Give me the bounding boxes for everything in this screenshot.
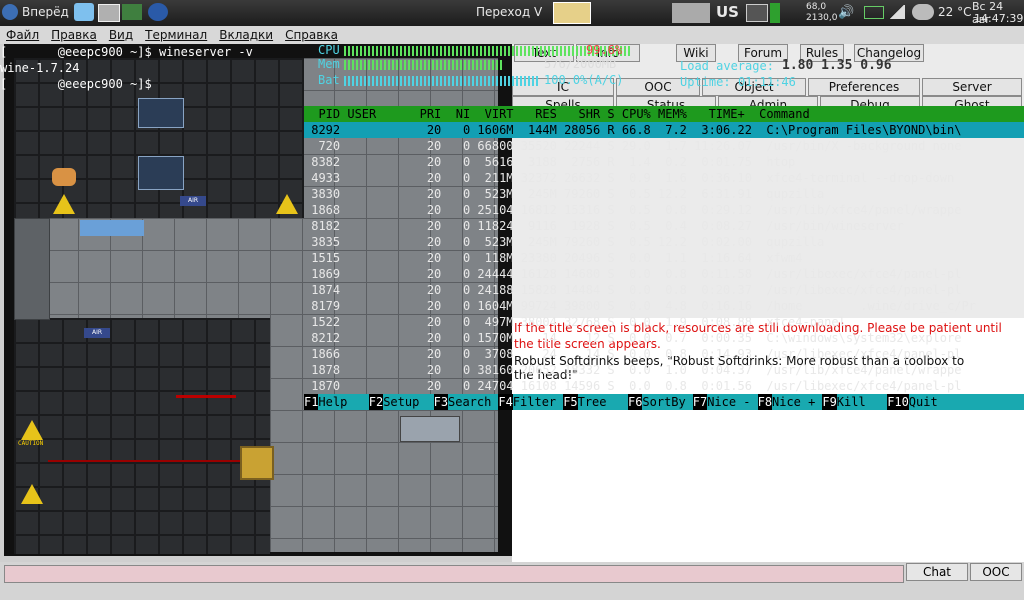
tab-text[interactable]: Text (514, 44, 574, 62)
door-yellow[interactable] (240, 446, 274, 480)
back-button[interactable]: Вперёд (22, 5, 69, 19)
tab-rules[interactable]: Rules (800, 44, 844, 62)
command-input[interactable] (4, 565, 904, 583)
terminal-sprite[interactable] (400, 416, 460, 442)
menu-tabs[interactable]: Вкладки (219, 26, 273, 44)
dark-room-bottom (14, 318, 270, 554)
tab-forum[interactable]: Forum (738, 44, 788, 62)
blue-floor (80, 220, 144, 236)
chat-output[interactable]: If the title screen is black, resources … (512, 318, 1024, 562)
menu-terminal[interactable]: Терминал (145, 26, 207, 44)
hazard-sign-2 (276, 194, 298, 214)
tab-changelog[interactable]: Changelog (854, 44, 924, 62)
vent-1 (138, 156, 184, 190)
app-icon-2[interactable] (122, 4, 142, 20)
ooc-button[interactable]: OOC (970, 563, 1022, 581)
keyboard-layout[interactable]: US (716, 3, 739, 21)
volume-icon[interactable]: 🔊 (838, 5, 854, 20)
loading-notice: If the title screen is black, resources … (514, 321, 1002, 351)
hazard-sign-1 (53, 194, 75, 214)
tab-object[interactable]: Object (702, 78, 806, 96)
taskbar-folder-icon[interactable] (553, 2, 591, 24)
vent-2 (138, 98, 184, 128)
window-title: Переход V (476, 5, 543, 19)
tab-status[interactable]: Status (616, 96, 716, 114)
weather-icon[interactable] (912, 4, 934, 20)
corgi-sprite[interactable] (52, 168, 76, 186)
workspace-preview[interactable] (672, 3, 710, 23)
hazard-sign-3 (21, 420, 43, 440)
chat-button[interactable]: Chat (906, 563, 968, 581)
chat-message: Robust Softdrinks beeps, "Robust Softdri… (514, 354, 965, 382)
menu-help[interactable]: Справка (285, 26, 338, 44)
tab-admin[interactable]: Admin (718, 96, 818, 114)
red-pipe (176, 395, 236, 398)
wall-left (14, 218, 50, 320)
battery-icon[interactable] (864, 6, 884, 19)
tab-debug[interactable]: Debug (820, 96, 920, 114)
app-icon-1[interactable] (74, 3, 94, 21)
air-tank-1[interactable]: AIR (180, 196, 206, 206)
temperature: 22 °C (938, 5, 972, 19)
tab-preferences[interactable]: Preferences (808, 78, 920, 96)
monitor-graph-icon (746, 4, 768, 22)
hazard-sign-4 (21, 484, 43, 504)
tab-info[interactable]: Info (576, 44, 640, 62)
cpu-graph-icon (770, 3, 780, 23)
tab-ooc[interactable]: OOC (616, 78, 700, 96)
net-value: 68,0 (806, 2, 827, 12)
caution-label: CAUTION (18, 440, 44, 447)
signal-icon[interactable] (889, 5, 905, 19)
net-value-2: 2130,0 (806, 13, 838, 23)
tab-ic[interactable]: IC (512, 78, 614, 96)
folder-icon[interactable] (98, 4, 120, 22)
menu-view[interactable]: Вид (109, 26, 133, 44)
red-pipe-2 (48, 460, 270, 462)
fedora-icon[interactable] (2, 4, 18, 20)
menu-edit[interactable]: Правка (51, 26, 97, 44)
tab-ghost[interactable]: Ghost (922, 96, 1022, 114)
air-tank-2[interactable]: AIR (84, 328, 110, 338)
terminal-menubar: Файл Правка Вид Терминал Вкладки Справка (0, 26, 1024, 44)
menu-file[interactable]: Файл (6, 26, 39, 44)
tab-spells[interactable]: Spells (512, 96, 614, 114)
clock[interactable]: 14:47:39 (974, 12, 1023, 25)
tab-server[interactable]: Server (922, 78, 1022, 96)
app-icon-3[interactable] (148, 3, 168, 21)
top-panel: Вперёд Переход V US 68,0 2130,0 🔊 22 °C … (0, 0, 1024, 26)
tab-wiki[interactable]: Wiki (676, 44, 716, 62)
